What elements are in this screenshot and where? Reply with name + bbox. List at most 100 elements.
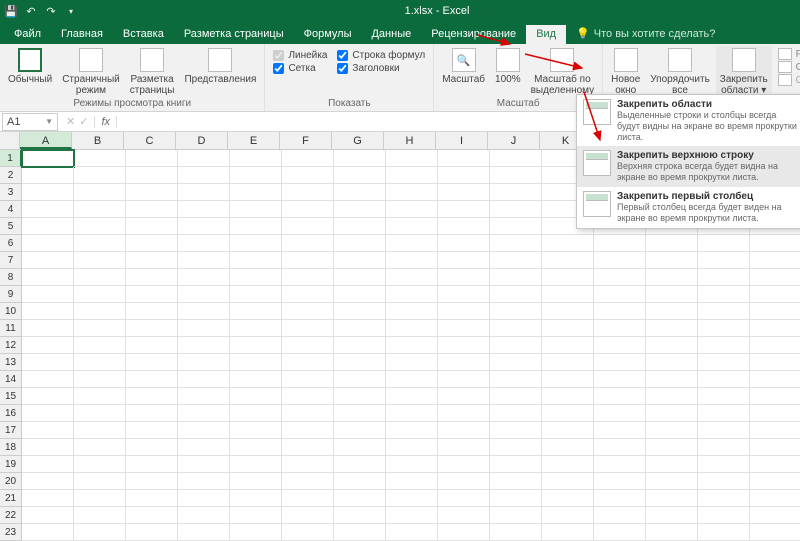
cell-E5[interactable] [230, 218, 282, 235]
row-header-8[interactable]: 8 [0, 269, 22, 286]
cell-I17[interactable] [438, 422, 490, 439]
cell-F1[interactable] [282, 150, 334, 167]
cell-G8[interactable] [334, 269, 386, 286]
cell-D10[interactable] [178, 303, 230, 320]
cell-O19[interactable] [750, 456, 800, 473]
cell-C22[interactable] [126, 507, 178, 524]
cell-F20[interactable] [282, 473, 334, 490]
cell-C2[interactable] [126, 167, 178, 184]
cell-A20[interactable] [22, 473, 74, 490]
cell-G15[interactable] [334, 388, 386, 405]
cell-A4[interactable] [22, 201, 74, 218]
tab-formulas[interactable]: Формулы [294, 25, 362, 44]
tab-insert[interactable]: Вставка [113, 25, 174, 44]
cell-F23[interactable] [282, 524, 334, 541]
cell-C21[interactable] [126, 490, 178, 507]
column-header-F[interactable]: F [280, 132, 332, 149]
cell-C13[interactable] [126, 354, 178, 371]
cell-J23[interactable] [490, 524, 542, 541]
cell-I23[interactable] [438, 524, 490, 541]
cell-O9[interactable] [750, 286, 800, 303]
cell-K15[interactable] [542, 388, 594, 405]
cell-E13[interactable] [230, 354, 282, 371]
cell-J13[interactable] [490, 354, 542, 371]
cell-D16[interactable] [178, 405, 230, 422]
save-icon[interactable]: 💾 [4, 4, 18, 18]
cell-E19[interactable] [230, 456, 282, 473]
cell-J6[interactable] [490, 235, 542, 252]
cell-A1[interactable] [22, 150, 74, 167]
cell-H23[interactable] [386, 524, 438, 541]
cell-C11[interactable] [126, 320, 178, 337]
cell-H5[interactable] [386, 218, 438, 235]
row-header-6[interactable]: 6 [0, 235, 22, 252]
cell-H17[interactable] [386, 422, 438, 439]
cell-G14[interactable] [334, 371, 386, 388]
cell-A23[interactable] [22, 524, 74, 541]
cell-K7[interactable] [542, 252, 594, 269]
custom-view-button[interactable]: Представления [180, 46, 260, 98]
row-header-23[interactable]: 23 [0, 524, 22, 541]
cell-K6[interactable] [542, 235, 594, 252]
cell-H18[interactable] [386, 439, 438, 456]
cell-N9[interactable] [698, 286, 750, 303]
cell-K17[interactable] [542, 422, 594, 439]
cell-A9[interactable] [22, 286, 74, 303]
cell-L10[interactable] [594, 303, 646, 320]
cell-A2[interactable] [22, 167, 74, 184]
cell-J19[interactable] [490, 456, 542, 473]
cell-F18[interactable] [282, 439, 334, 456]
cell-B12[interactable] [74, 337, 126, 354]
cell-I5[interactable] [438, 218, 490, 235]
cell-D15[interactable] [178, 388, 230, 405]
cell-M6[interactable] [646, 235, 698, 252]
cell-H13[interactable] [386, 354, 438, 371]
cell-D3[interactable] [178, 184, 230, 201]
row-header-18[interactable]: 18 [0, 439, 22, 456]
cell-D19[interactable] [178, 456, 230, 473]
cell-B4[interactable] [74, 201, 126, 218]
cell-O20[interactable] [750, 473, 800, 490]
cell-M21[interactable] [646, 490, 698, 507]
freeze-top-row-item[interactable]: Закрепить верхнюю строку Верхняя строка … [577, 146, 800, 187]
cell-C9[interactable] [126, 286, 178, 303]
cell-B19[interactable] [74, 456, 126, 473]
cell-H3[interactable] [386, 184, 438, 201]
cell-A22[interactable] [22, 507, 74, 524]
cell-I10[interactable] [438, 303, 490, 320]
cell-I13[interactable] [438, 354, 490, 371]
column-header-C[interactable]: C [124, 132, 176, 149]
cell-J1[interactable] [490, 150, 542, 167]
cell-L23[interactable] [594, 524, 646, 541]
row-header-9[interactable]: 9 [0, 286, 22, 303]
row-header-4[interactable]: 4 [0, 201, 22, 218]
cell-M18[interactable] [646, 439, 698, 456]
cell-D5[interactable] [178, 218, 230, 235]
cell-C6[interactable] [126, 235, 178, 252]
cell-F10[interactable] [282, 303, 334, 320]
cell-H19[interactable] [386, 456, 438, 473]
cell-K9[interactable] [542, 286, 594, 303]
cell-O12[interactable] [750, 337, 800, 354]
cell-A17[interactable] [22, 422, 74, 439]
cell-D6[interactable] [178, 235, 230, 252]
cell-J5[interactable] [490, 218, 542, 235]
undo-icon[interactable]: ↶ [24, 4, 38, 18]
cell-E4[interactable] [230, 201, 282, 218]
cell-L6[interactable] [594, 235, 646, 252]
cell-E12[interactable] [230, 337, 282, 354]
cell-J14[interactable] [490, 371, 542, 388]
cell-B22[interactable] [74, 507, 126, 524]
cell-B1[interactable] [74, 150, 126, 167]
cell-K18[interactable] [542, 439, 594, 456]
column-header-J[interactable]: J [488, 132, 540, 149]
cell-N15[interactable] [698, 388, 750, 405]
cell-N22[interactable] [698, 507, 750, 524]
cell-G5[interactable] [334, 218, 386, 235]
cell-E8[interactable] [230, 269, 282, 286]
new-window-button[interactable]: Новое окно [607, 46, 644, 98]
cell-M7[interactable] [646, 252, 698, 269]
cell-L21[interactable] [594, 490, 646, 507]
cell-M8[interactable] [646, 269, 698, 286]
cell-A15[interactable] [22, 388, 74, 405]
